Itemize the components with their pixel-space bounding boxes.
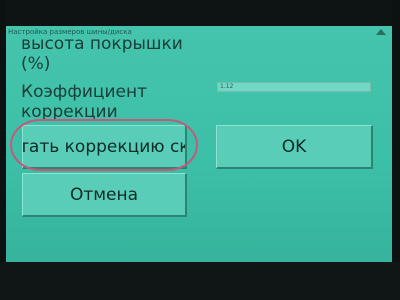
device-bezel-bottom (0, 262, 400, 300)
tire-height-label: высота покрышки (21, 34, 183, 54)
device-bezel-right (392, 0, 400, 300)
ok-button[interactable]: OK (216, 125, 373, 169)
cancel-button[interactable]: Отмена (22, 173, 187, 217)
coefficient-label: Коэффициент (21, 82, 148, 102)
scroll-up-icon[interactable] (376, 29, 386, 35)
device-screen: Настройка размеров шины/диска высота пок… (6, 26, 392, 262)
coefficient-input[interactable]: 1.12 (217, 82, 371, 92)
annotation-circle (10, 119, 198, 171)
device-bezel-top (0, 0, 400, 26)
tire-height-unit: (%) (21, 54, 51, 74)
